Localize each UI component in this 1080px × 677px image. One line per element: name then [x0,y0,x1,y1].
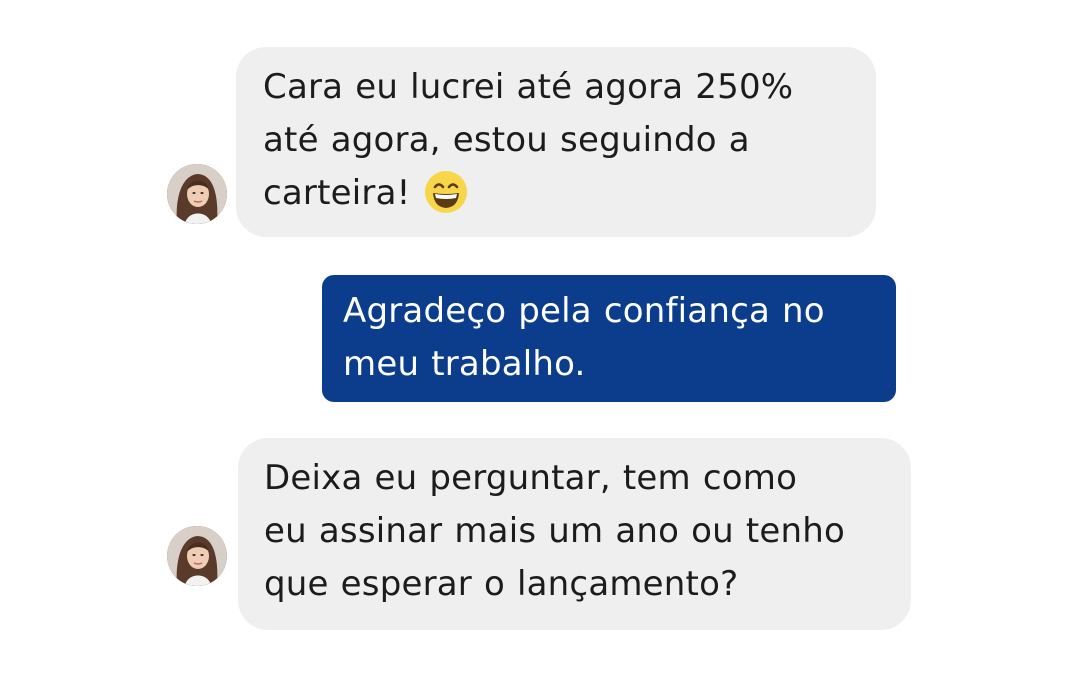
message-text-line: Deixa eu perguntar, tem como [264,458,798,498]
contact-avatar[interactable] [167,164,227,224]
message-text-line: até agora, estou seguindo a [263,120,750,160]
message-text-line: carteira! [263,173,411,213]
avatar-portrait-icon [167,526,227,586]
message-text-line: Agradeço pela confiança no [343,291,825,331]
message-text-line: que esperar o lançamento? [264,564,739,604]
message-text-line: meu trabalho. [343,344,586,384]
message-text-line: Cara eu lucrei até agora 250% [263,67,794,107]
avatar-portrait-icon [167,164,227,224]
grinning-face-emoji-icon [424,170,468,214]
message-text-line-with-emoji: carteira! [263,167,849,220]
message-text-line: eu assinar mais um ano ou tenho [264,511,846,551]
sent-message-bubble[interactable]: Agradeço pela confiança no meu trabalho. [322,275,896,402]
received-message-bubble[interactable]: Deixa eu perguntar, tem como eu assinar … [238,438,911,630]
received-message-bubble[interactable]: Cara eu lucrei até agora 250% até agora,… [236,47,876,237]
contact-avatar[interactable] [167,526,227,586]
